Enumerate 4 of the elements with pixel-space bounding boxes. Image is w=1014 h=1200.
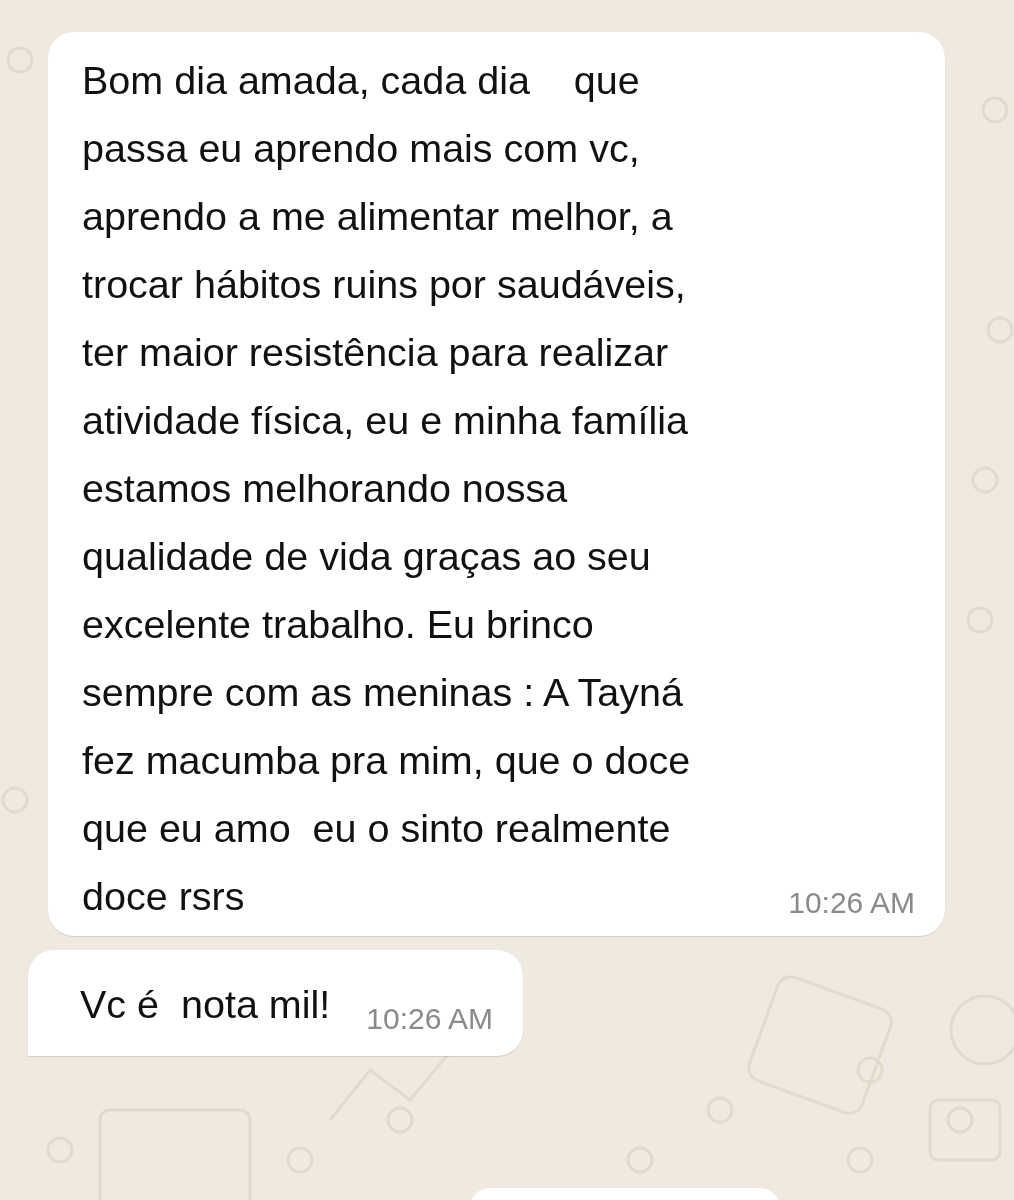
message-text: Vc é nota mil!: [80, 981, 331, 1028]
message-text: Bom dia amada, cada dia que passa eu aprendo mais com vc, aprendo a me alimentar melhor, a trocar hábitos ruins por saudáveis, ter maior resistência para realizar atividade física, eu e minha família estamos melhorando nossa qualidade de vida graças ao seu excelente trabalho. Eu brinco sempre com as meninas : A Tayná fez macumba pra mim, que o doce que eu amo eu o sinto realmente doce rsrs: [82, 57, 691, 920]
message-time: 10:26 AM: [366, 1002, 494, 1036]
message-time: 10:26 AM: [788, 886, 915, 920]
